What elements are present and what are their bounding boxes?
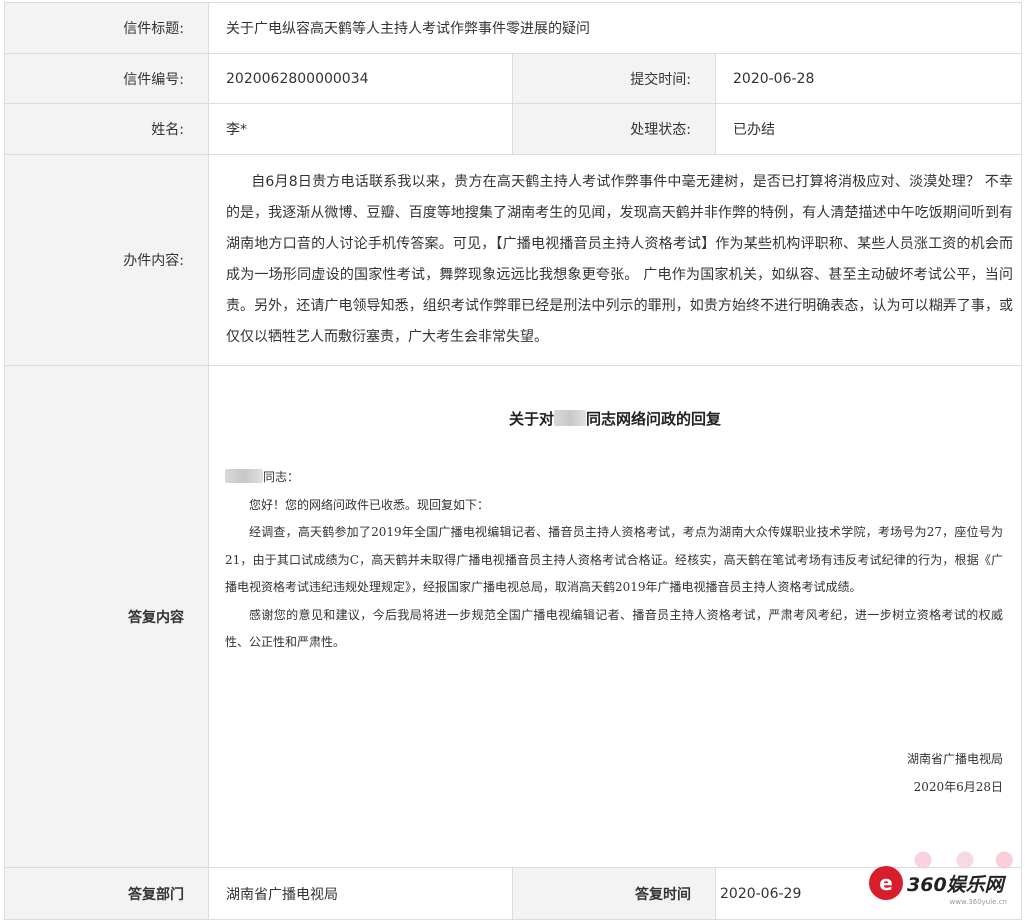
content-text: 自6月8日贵方电话联系我以来，贵方在高天鹤主持人考试作弊事件中毫无建树，是否已打…	[226, 174, 1014, 345]
reply-date: 2020年6月28日	[913, 780, 1004, 794]
site-watermark: e 360娱乐网 www.360yule.cn	[869, 848, 1021, 906]
title-label: 信件标题:	[4, 2, 209, 54]
watermark-text: 360娱乐网	[907, 873, 1004, 896]
letter-detail-table: 信件标题: 关于广电纵容高天鹤等人主持人考试作弊事件零进展的疑问 信件编号: 2…	[4, 2, 1023, 920]
reply-time-label: 答复时间	[512, 867, 716, 920]
submit-time-label: 提交时间:	[512, 53, 716, 104]
status-value: 已办结	[714, 103, 1023, 155]
name-value: 李*	[208, 103, 513, 155]
name-label: 姓名:	[4, 103, 209, 155]
watermark-decoration	[881, 848, 1021, 872]
reply-document: 关于对 同志网络问政的回复 同志： 您好！您的网络问政件已收悉。现回复如下： 经调…	[207, 365, 1023, 868]
reply-paragraph-2: 经调查，高天鹤参加了2019年全国广播电视编辑记者、播音员主持人资格考试，考点为…	[225, 525, 1004, 594]
salutation: 同志：	[225, 464, 1003, 492]
number-label: 信件编号:	[4, 53, 209, 104]
reply-letter: 同志： 您好！您的网络问政件已收悉。现回复如下： 经调查，高天鹤参加了2019年…	[225, 464, 1003, 657]
reply-title: 关于对 同志网络问政的回复	[508, 410, 722, 428]
redacted-name	[554, 410, 586, 426]
reply-dept-label: 答复部门	[4, 867, 209, 920]
title-value: 关于广电纵容高天鹤等人主持人考试作弊事件零进展的疑问	[207, 2, 1023, 54]
reply-label: 答复内容	[4, 365, 209, 868]
number-value: 2020062800000034	[208, 53, 513, 104]
submit-time-value: 2020-06-28	[714, 53, 1023, 104]
redacted-name	[225, 469, 263, 483]
content-label: 办件内容:	[4, 154, 209, 366]
reply-dept-value: 湖南省广播电视局	[208, 867, 513, 920]
reply-paragraph-1: 您好！您的网络问政件已收悉。现回复如下：	[249, 497, 490, 512]
content-body: 自6月8日贵方电话联系我以来，贵方在高天鹤主持人考试作弊事件中毫无建树，是否已打…	[207, 154, 1023, 366]
reply-paragraph-3: 感谢您的意见和建议，今后我局将进一步规范全国广播电视编辑记者、播音员主持人资格考…	[225, 607, 1004, 650]
watermark-url: www.360yule.cn	[949, 898, 1007, 906]
reply-signature: 湖南省广播电视局	[907, 752, 1004, 766]
status-label: 处理状态:	[512, 103, 716, 155]
